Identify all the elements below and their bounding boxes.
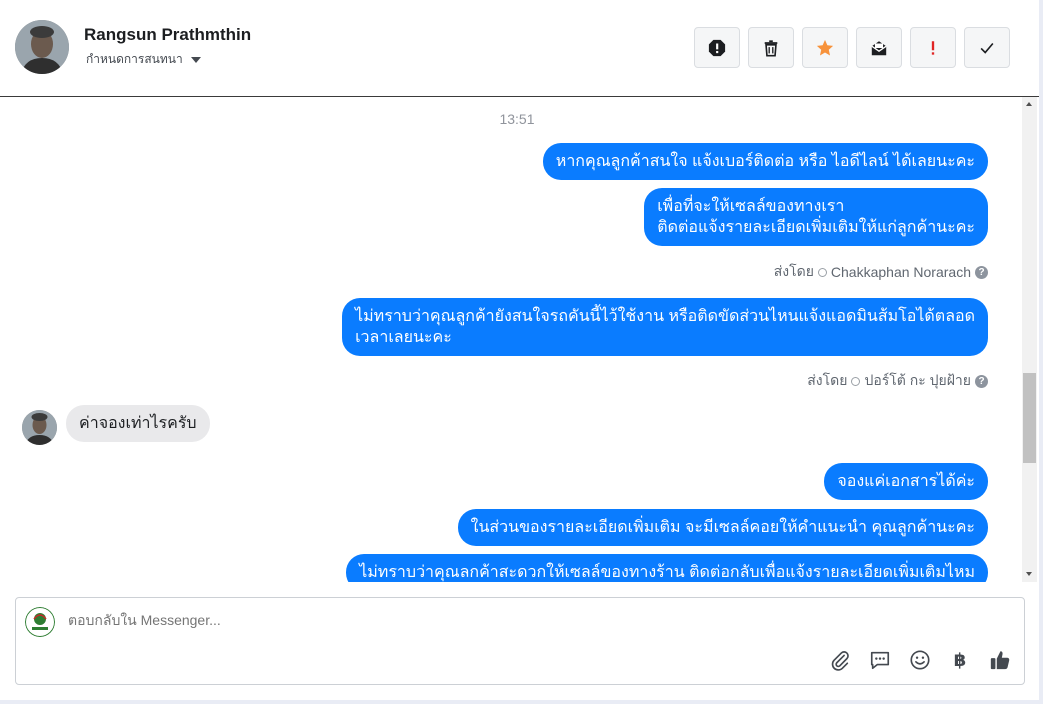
message-line: ไม่ทราบว่าคุณลูกค้ายังสนใจรถคันนี้ไว้ใช้… (355, 308, 975, 325)
conversation-settings-label: กำหนดการสนทนา (86, 52, 183, 66)
trash-icon (764, 39, 778, 56)
inbox-thread-panel: Rangsun Prathmthin กำหนดการสนทนา 13:51 ห… (0, 0, 1039, 700)
message-line: เวลาเลยนะคะ (355, 329, 452, 346)
sender-name: ปอร์โต้ กะ ปุยฝ้าย (864, 372, 971, 388)
delete-button[interactable] (748, 27, 794, 68)
reply-composer: ฿ (15, 597, 1025, 685)
star-icon (816, 39, 834, 55)
message-list-scrollbar[interactable] (1022, 97, 1037, 582)
baht-icon: ฿ (953, 649, 967, 670)
scroll-thumb[interactable] (1023, 373, 1036, 463)
emoji-icon (910, 650, 930, 670)
incoming-message[interactable]: ค่าจองเท่าไรครับ (66, 405, 210, 442)
scroll-down-arrow-icon[interactable] (1026, 572, 1032, 576)
envelope-icon (871, 40, 887, 55)
spam-button[interactable] (694, 27, 740, 68)
conversation-settings-dropdown[interactable]: กำหนดการสนทนา (86, 50, 201, 69)
status-dot-icon (851, 376, 861, 386)
message-line: เพื่อที่จะให้เซลล์ของทางเรา (657, 198, 845, 215)
sent-by-label: ส่งโดย Chakkaphan Norarach ? (774, 261, 988, 283)
thread-header: Rangsun Prathmthin กำหนดการสนทนา (0, 0, 1039, 97)
status-dot-icon (817, 267, 827, 277)
outgoing-message[interactable]: ในส่วนของรายละเอียดเพิ่มเติม จะมีเซลล์คอ… (457, 509, 988, 546)
attach-button[interactable] (828, 648, 852, 672)
contact-avatar[interactable] (15, 20, 69, 74)
sent-by-label: ส่งโดย ปอร์โต้ กะ ปุยฝ้าย ? (807, 370, 988, 392)
thread-actions (694, 27, 1010, 68)
saved-replies-button[interactable] (868, 648, 892, 672)
page-logo (25, 607, 55, 637)
payment-button[interactable]: ฿ (948, 648, 972, 672)
follow-up-button[interactable] (910, 27, 956, 68)
mark-unread-button[interactable] (856, 27, 902, 68)
contact-avatar-small[interactable] (22, 410, 57, 445)
check-icon (980, 42, 994, 54)
message-timestamp: 13:51 (499, 111, 535, 127)
sent-by-prefix: ส่งโดย (807, 372, 848, 388)
help-icon[interactable]: ? (975, 374, 988, 388)
saved-replies-icon (870, 651, 890, 670)
message-line: ติดต่อแจ้งรายละเอียดเพิ่มเติมให้แก่ลูกค้… (657, 219, 975, 236)
sent-by-prefix: ส่งโดย (773, 263, 814, 279)
outgoing-message[interactable]: เพื่อที่จะให้เซลล์ของทางเรา ติดต่อแจ้งรา… (644, 188, 988, 246)
star-button[interactable] (802, 27, 848, 68)
contact-name: Rangsun Prathmthin (84, 25, 252, 44)
emoji-button[interactable] (908, 648, 932, 672)
sender-name: Chakkaphan Norarach (830, 264, 971, 280)
outgoing-message[interactable]: ไม่ทราบว่าคุณลูกค้ายังสนใจรถคันนี้ไว้ใช้… (342, 298, 988, 356)
outgoing-message[interactable]: หากคุณลูกค้าสนใจ แจ้งเบอร์ติดต่อ หรือ ไอ… (542, 143, 988, 180)
reply-input[interactable] (68, 612, 968, 628)
outgoing-message[interactable]: จองแค่เอกสารได้ค่ะ (824, 463, 988, 500)
thumbs-up-icon (990, 651, 1010, 670)
alert-octagon-icon (708, 39, 726, 56)
mark-done-button[interactable] (964, 27, 1010, 68)
like-button[interactable] (988, 648, 1012, 672)
outgoing-message[interactable]: ไม่ทราบว่าคุณลกค้าสะดวกให้เซลล์ของทางร้า… (346, 554, 988, 582)
help-icon[interactable]: ? (975, 265, 988, 279)
composer-tools: ฿ (828, 648, 1012, 672)
paperclip-icon (831, 651, 849, 671)
scroll-up-arrow-icon[interactable] (1026, 102, 1032, 106)
message-list[interactable]: 13:51 หากคุณลูกค้าสนใจ แจ้งเบอร์ติดต่อ ห… (0, 97, 1022, 582)
exclamation-icon (931, 40, 935, 55)
caret-down-icon (190, 56, 201, 63)
